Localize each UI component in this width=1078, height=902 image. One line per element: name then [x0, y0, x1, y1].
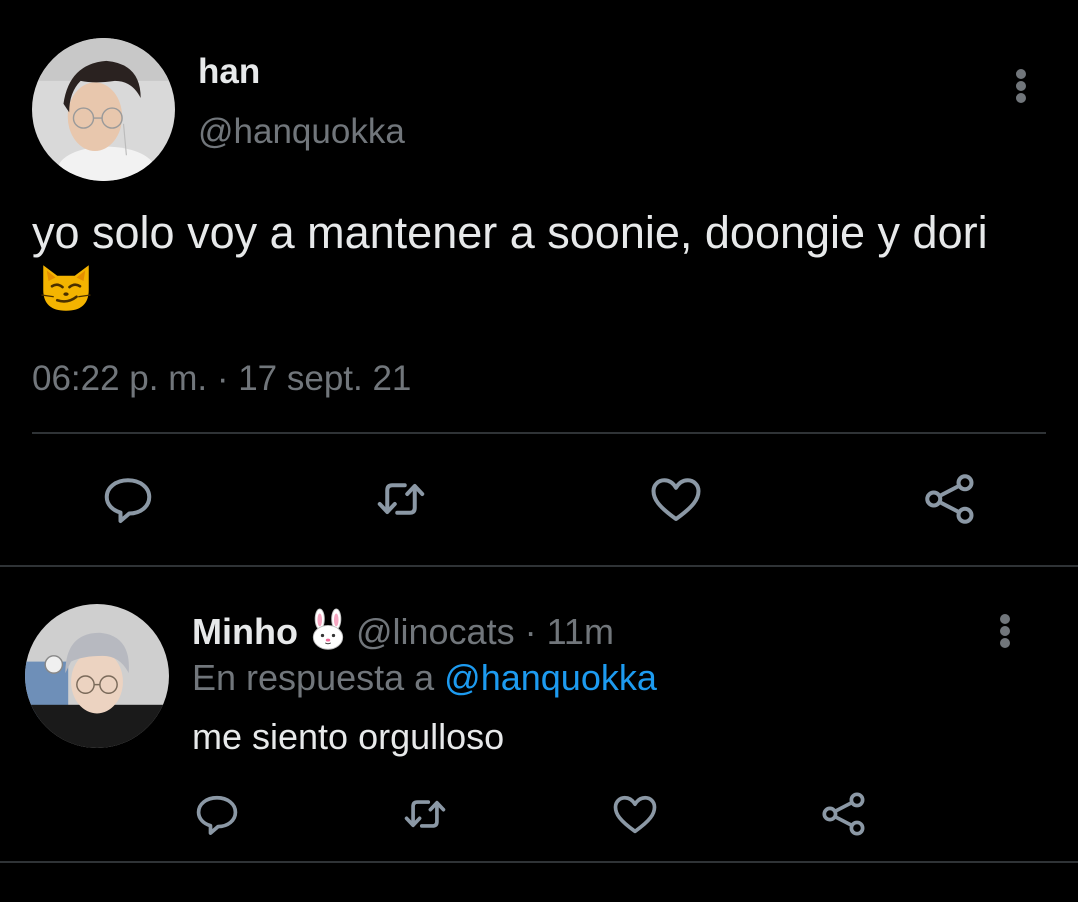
display-name[interactable]: han — [198, 52, 260, 92]
retweet-icon[interactable] — [399, 788, 451, 840]
avatar[interactable] — [25, 604, 169, 748]
avatar-image — [25, 604, 169, 748]
more-options-icon[interactable] — [1005, 66, 1037, 106]
reply-text: me siento orgulloso — [192, 716, 505, 757]
divider — [0, 565, 1078, 567]
more-options-icon[interactable] — [989, 611, 1021, 651]
retweet-icon[interactable] — [371, 469, 431, 529]
tweet-timestamp: 06:22 p. m. · 17 sept. 21 — [32, 359, 412, 398]
reply-header: Minho @linocats · 11m — [192, 608, 614, 653]
display-name[interactable]: Minho — [192, 611, 298, 652]
like-icon[interactable] — [646, 469, 706, 529]
replying-to-link[interactable]: @hanquokka — [444, 657, 657, 698]
share-icon[interactable] — [818, 788, 870, 840]
share-icon[interactable] — [920, 469, 980, 529]
user-handle[interactable]: @linocats — [356, 611, 515, 652]
divider — [32, 432, 1046, 434]
rabbit-face-emoji-icon — [306, 608, 350, 652]
tweet-text-content: yo solo voy a mantener a soonie, doongie… — [32, 207, 988, 258]
reply-icon[interactable] — [191, 788, 243, 840]
replying-to: En respuesta a @hanquokka — [192, 657, 657, 699]
reply-icon[interactable] — [98, 469, 158, 529]
smirking-cat-emoji-icon — [38, 260, 94, 316]
avatar-image — [32, 38, 175, 181]
reply-time: 11m — [546, 611, 614, 652]
avatar[interactable] — [32, 38, 175, 181]
separator: · — [514, 611, 547, 652]
user-handle[interactable]: @hanquokka — [198, 112, 405, 152]
tweet-text: yo solo voy a mantener a soonie, doongie… — [32, 206, 1032, 316]
divider — [0, 861, 1078, 863]
like-icon[interactable] — [609, 788, 661, 840]
replying-to-prefix: En respuesta a — [192, 657, 445, 698]
